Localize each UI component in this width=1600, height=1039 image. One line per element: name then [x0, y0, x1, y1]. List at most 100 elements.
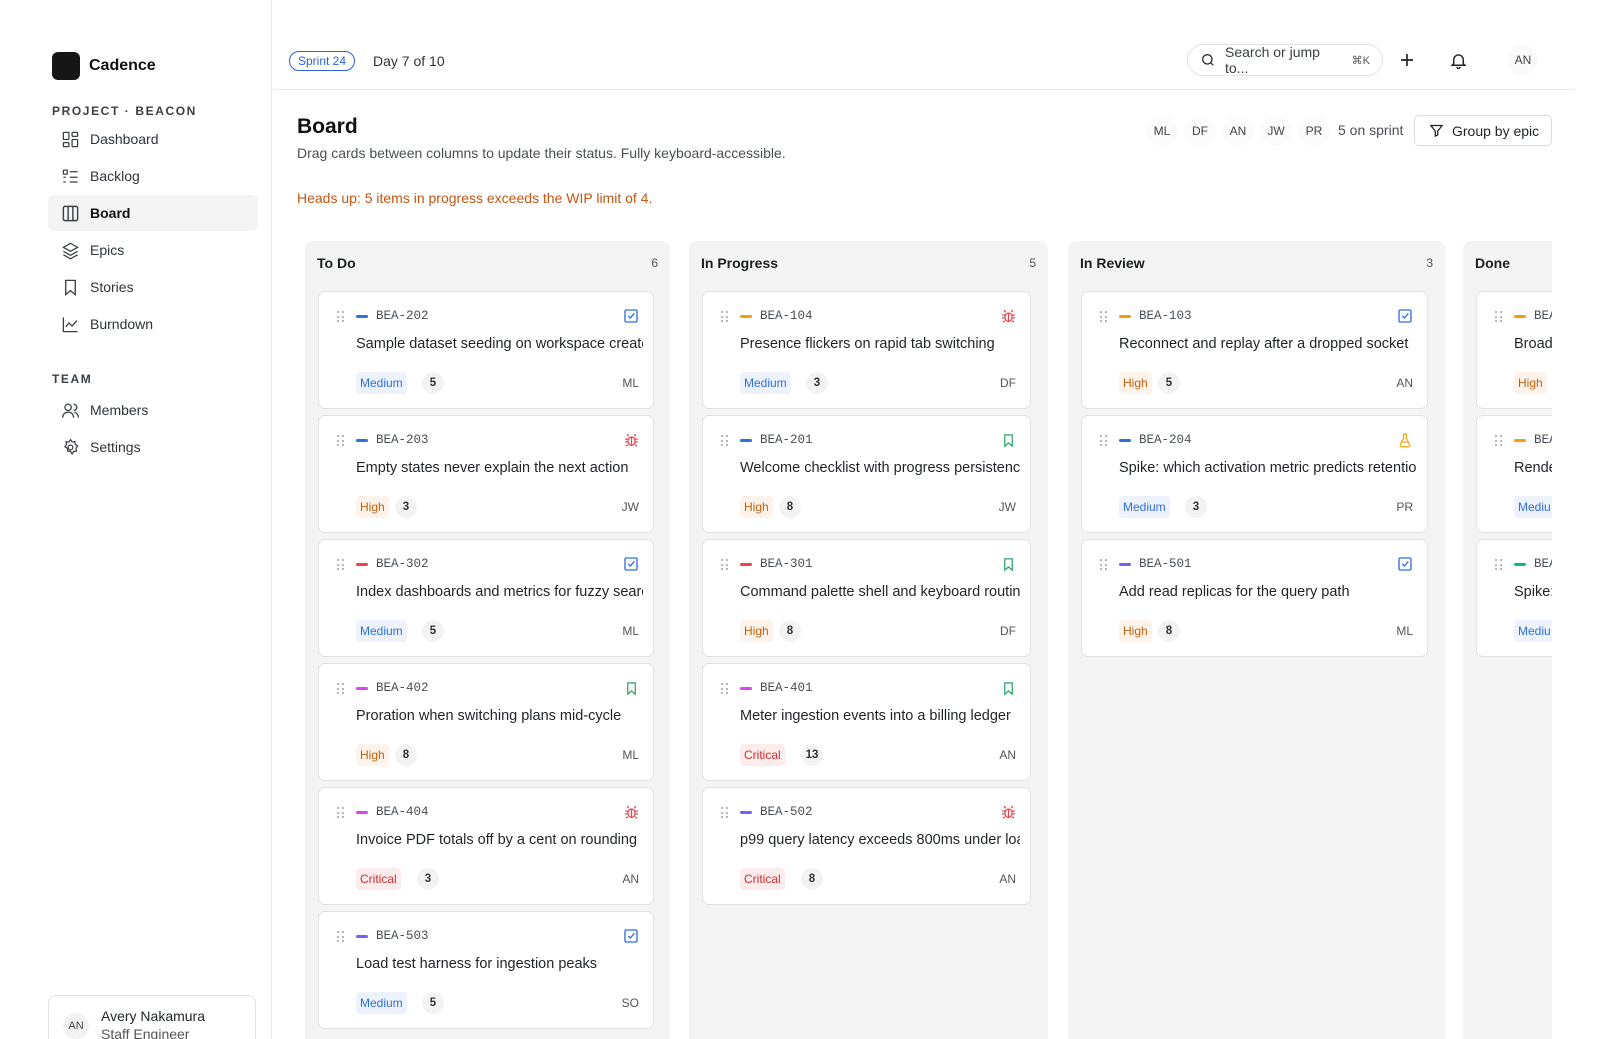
sidebar-item-settings[interactable]: Settings [48, 429, 258, 465]
assignee-initials[interactable]: AN [1396, 372, 1413, 394]
drag-handle-icon[interactable] [337, 311, 345, 323]
issue-card[interactable]: BEA-103 Reconnect and replay after a dro… [1081, 291, 1428, 409]
member-avatar[interactable]: PR [1298, 116, 1330, 146]
issue-card[interactable]: BEA-301 Command palette shell and keyboa… [702, 539, 1031, 657]
issue-key[interactable]: BEA-301 [760, 557, 813, 571]
board-column-in-progress[interactable]: In Progress 5 BEA-104 Presence flickers … [689, 241, 1048, 1039]
issue-key[interactable]: BEA- [1534, 557, 1552, 571]
drag-handle-icon[interactable] [1100, 311, 1108, 323]
search-input[interactable]: Search or jump to... ⌘K [1187, 44, 1383, 76]
member-avatar[interactable]: JW [1260, 116, 1292, 146]
issue-key[interactable]: BEA-501 [1139, 557, 1192, 571]
drag-handle-icon[interactable] [1100, 435, 1108, 447]
drag-handle-icon[interactable] [1495, 559, 1503, 571]
assignee-initials[interactable]: AN [999, 868, 1016, 890]
issue-key[interactable]: BEA-402 [376, 681, 429, 695]
issue-card[interactable]: BEA-203 Empty states never explain the n… [318, 415, 654, 533]
drag-handle-icon[interactable] [337, 807, 345, 819]
assignee-initials[interactable]: ML [622, 372, 639, 394]
notifications-button[interactable] [1444, 46, 1472, 74]
assignee-initials[interactable]: AN [622, 868, 639, 890]
drag-handle-icon[interactable] [1495, 311, 1503, 323]
issue-key[interactable]: BEA-203 [376, 433, 429, 447]
board-column-to-do[interactable]: To Do 6 BEA-202 Sample dataset seeding o… [305, 241, 670, 1039]
sidebar-item-dashboard[interactable]: Dashboard [48, 121, 258, 157]
drag-handle-icon[interactable] [337, 683, 345, 695]
assignee-initials[interactable]: ML [1396, 620, 1413, 642]
assignee-initials[interactable]: JW [999, 496, 1016, 518]
assignee-initials[interactable]: SO [622, 992, 639, 1014]
group-by-epic-button[interactable]: Group by epic [1414, 115, 1552, 146]
issue-card[interactable]: BEA-202 Sample dataset seeding on worksp… [318, 291, 654, 409]
assignee-initials[interactable]: DF [1000, 372, 1016, 394]
drag-handle-icon[interactable] [1495, 435, 1503, 447]
drag-handle-icon[interactable] [337, 435, 345, 447]
issue-card[interactable]: BEA-401 Meter ingestion events into a bi… [702, 663, 1031, 781]
issue-key[interactable]: BEA-401 [760, 681, 813, 695]
board-column-in-review[interactable]: In Review 3 BEA-103 Reconnect and replay… [1068, 241, 1445, 1039]
sidebar-item-burndown[interactable]: Burndown [48, 306, 258, 342]
story-points-badge: 5 [1158, 372, 1180, 394]
member-avatar[interactable]: DF [1184, 116, 1216, 146]
team-section-label: TEAM [52, 372, 93, 386]
issue-card[interactable]: BEA-302 Index dashboards and metrics for… [318, 539, 654, 657]
issue-card[interactable]: BEA- Spike: Mediu [1476, 539, 1552, 657]
issue-key[interactable]: BEA-502 [760, 805, 813, 819]
drag-handle-icon[interactable] [337, 559, 345, 571]
board-column-done[interactable]: Done BEA- Broad High [1463, 241, 1552, 1039]
issue-key[interactable]: BEA-503 [376, 929, 429, 943]
issue-key[interactable]: BEA-104 [760, 309, 813, 323]
bookmark-icon [60, 277, 80, 297]
assignee-initials[interactable]: JW [622, 496, 639, 518]
issue-card[interactable]: BEA-201 Welcome checklist with progress … [702, 415, 1031, 533]
sidebar-item-epics[interactable]: Epics [48, 232, 258, 268]
avatar[interactable]: AN [1508, 45, 1538, 75]
issue-card[interactable]: BEA-402 Proration when switching plans m… [318, 663, 654, 781]
issue-key[interactable]: BEA-302 [376, 557, 429, 571]
issue-card[interactable]: BEA- Rende Mediu [1476, 415, 1552, 533]
member-avatar[interactable]: AN [1222, 116, 1254, 146]
sidebar-item-members[interactable]: Members [48, 392, 258, 428]
issue-key[interactable]: BEA-404 [376, 805, 429, 819]
member-avatar[interactable]: ML [1146, 116, 1178, 146]
story-points-badge: 8 [779, 620, 801, 642]
assignee-initials[interactable]: DF [1000, 620, 1016, 642]
board-icon [60, 203, 80, 223]
sprint-day: Day 7 of 10 [373, 53, 445, 69]
search-shortcut: ⌘K [1351, 54, 1370, 67]
user-card[interactable]: AN Avery Nakamura Staff Engineer [48, 995, 256, 1039]
assignee-initials[interactable]: ML [622, 744, 639, 766]
issue-card[interactable]: BEA-104 Presence flickers on rapid tab s… [702, 291, 1031, 409]
issue-card[interactable]: BEA-502 p99 query latency exceeds 800ms … [702, 787, 1031, 905]
issue-key[interactable]: BEA-201 [760, 433, 813, 447]
drag-handle-icon[interactable] [721, 559, 729, 571]
issue-key[interactable]: BEA-103 [1139, 309, 1192, 323]
add-button[interactable] [1393, 46, 1421, 74]
sidebar-item-stories[interactable]: Stories [48, 269, 258, 305]
assignee-initials[interactable]: AN [999, 744, 1016, 766]
drag-handle-icon[interactable] [721, 807, 729, 819]
assignee-initials[interactable]: PR [1396, 496, 1413, 518]
drag-handle-icon[interactable] [721, 683, 729, 695]
issue-key[interactable]: BEA-204 [1139, 433, 1192, 447]
issue-key[interactable]: BEA- [1534, 309, 1552, 323]
assignee-initials[interactable]: ML [622, 620, 639, 642]
epic-color-marker [740, 315, 752, 318]
issue-key[interactable]: BEA- [1534, 433, 1552, 447]
sidebar-item-backlog[interactable]: Backlog [48, 158, 258, 194]
issue-title: Broad [1514, 336, 1552, 352]
brand[interactable]: Cadence [52, 52, 156, 80]
issue-card[interactable]: BEA- Broad High [1476, 291, 1552, 409]
issue-card[interactable]: BEA-501 Add read replicas for the query … [1081, 539, 1428, 657]
sidebar-item-board[interactable]: Board [48, 195, 258, 231]
issue-card[interactable]: BEA-503 Load test harness for ingestion … [318, 911, 654, 1029]
issue-card[interactable]: BEA-404 Invoice PDF totals off by a cent… [318, 787, 654, 905]
drag-handle-icon[interactable] [721, 311, 729, 323]
issue-card[interactable]: BEA-204 Spike: which activation metric p… [1081, 415, 1428, 533]
sprint-badge[interactable]: Sprint 24 [289, 51, 356, 71]
sidebar-item-label: Members [90, 402, 149, 418]
issue-key[interactable]: BEA-202 [376, 309, 429, 323]
drag-handle-icon[interactable] [337, 931, 345, 943]
drag-handle-icon[interactable] [1100, 559, 1108, 571]
drag-handle-icon[interactable] [721, 435, 729, 447]
